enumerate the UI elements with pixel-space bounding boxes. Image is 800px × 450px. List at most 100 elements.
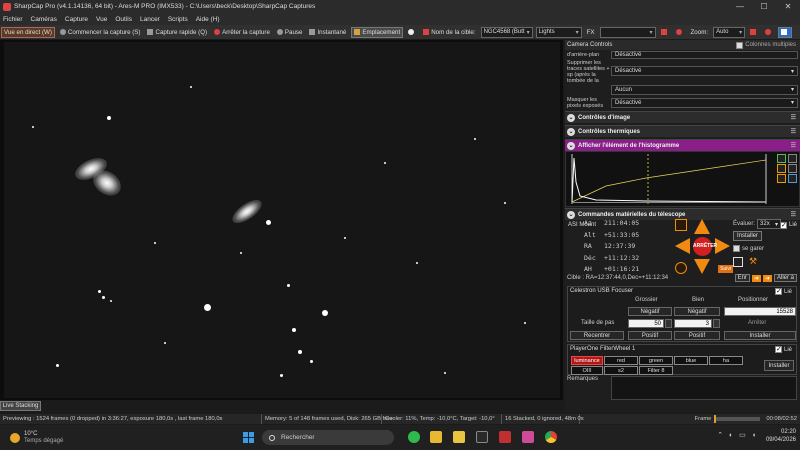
histogram-power-icon[interactable] — [777, 154, 786, 163]
focuser-connected-checkbox[interactable] — [774, 287, 782, 295]
live-stacking-tab[interactable]: Live Stacking — [0, 401, 41, 411]
menu-outils[interactable]: Outils — [115, 16, 132, 23]
tray-icons[interactable]: ⌃ ◐ ▭ ◖ — [717, 432, 758, 440]
start-capture-button[interactable]: Commencer la capture (S) — [58, 27, 143, 38]
menu-scripts[interactable]: Scripts — [168, 16, 188, 23]
menu-vue[interactable]: Vue — [96, 16, 107, 23]
wrench-icon[interactable]: ⚒ — [749, 256, 757, 267]
histogram-zoom-icon[interactable] — [787, 164, 797, 173]
recenter-button[interactable]: Recentrer — [570, 331, 624, 340]
reticle-button[interactable] — [659, 27, 671, 38]
control-select[interactable]: Désactivé — [611, 50, 798, 59]
coarse-positive-button[interactable]: Positif — [628, 331, 672, 340]
taskbar-search[interactable]: Rechercher — [262, 430, 394, 445]
move-east-button[interactable] — [675, 238, 690, 254]
zoom-box-button[interactable] — [674, 27, 686, 38]
snapshot-button[interactable]: Instantané — [307, 27, 348, 38]
wechat-app-icon[interactable] — [408, 431, 420, 443]
stop-capture-button[interactable]: Arrêter la capture — [212, 27, 272, 38]
goto-button[interactable]: Aller à — [773, 274, 797, 282]
histogram-contrast-icon[interactable] — [787, 154, 797, 163]
remarks-input[interactable] — [611, 376, 797, 400]
fine-positive-button[interactable]: Positif — [674, 331, 720, 340]
sharpcap-app-icon[interactable] — [499, 431, 511, 443]
minimize-button[interactable]: — — [728, 0, 752, 13]
arrow-right-icon[interactable]: ➜ — [751, 274, 761, 282]
histogram-section[interactable]: ⌄ Afficher l'élément de l'histogramme ☰ — [565, 139, 800, 151]
filter-luminance[interactable]: luminance — [571, 356, 603, 365]
paint-app-icon[interactable] — [522, 431, 534, 443]
pad-corner-top-left[interactable] — [675, 219, 687, 231]
coarse-negative-button[interactable]: Négatif — [628, 307, 672, 316]
histogram-stretch-icon[interactable] — [777, 164, 786, 173]
menu-fichier[interactable]: Fichier — [3, 16, 23, 23]
clock[interactable]: 02:20 09/04/2026 — [766, 428, 796, 444]
fx-select[interactable]: ▾ — [599, 26, 656, 38]
close-button[interactable]: ✕ — [776, 0, 800, 13]
file-explorer-icon[interactable] — [430, 431, 442, 443]
park-checkbox[interactable] — [733, 245, 740, 252]
pause-button[interactable]: Pause — [275, 27, 305, 38]
move-west-button[interactable] — [715, 238, 730, 254]
live-view-button[interactable]: Vue en direct (W) — [1, 26, 55, 38]
menu-icon[interactable]: ☰ — [791, 211, 796, 218]
control-select[interactable]: Désactivé ▾ — [611, 66, 798, 76]
menu-icon[interactable]: ☰ — [791, 114, 796, 121]
histogram-chart[interactable] — [565, 151, 800, 207]
slew-rate-select[interactable]: 32x ▾ — [757, 219, 782, 229]
chrome-app-icon[interactable] — [545, 431, 557, 443]
arrow-right-icon[interactable]: ➜ — [762, 274, 772, 282]
focuser-connected-option[interactable]: Lié — [774, 287, 792, 295]
pen-button[interactable] — [778, 26, 793, 38]
live-image-view[interactable] — [0, 40, 563, 400]
filterwheel-connected-checkbox[interactable] — [774, 345, 782, 353]
move-south-button[interactable] — [694, 259, 710, 274]
fine-step-input[interactable]: 3 — [674, 319, 712, 328]
filter-oiii[interactable]: OIII — [571, 366, 603, 375]
focuser-stop-button[interactable]: Arrêter — [748, 320, 766, 326]
filter-blue[interactable]: blue — [674, 356, 708, 365]
mount-install-button[interactable]: Installer — [733, 231, 763, 241]
fine-negative-button[interactable]: Négatif — [674, 307, 720, 316]
frame-slider[interactable] — [714, 415, 761, 423]
focuser-install-button[interactable]: Installer — [724, 331, 796, 340]
frame-type-select[interactable]: Lights ▾ — [535, 26, 582, 38]
filter-green[interactable]: green — [639, 356, 673, 365]
filter-red[interactable]: red — [604, 356, 638, 365]
placement-button[interactable]: Emplacement — [351, 26, 404, 38]
windows-start-icon[interactable] — [243, 432, 254, 443]
filterwheel-connected-option[interactable]: Lié — [774, 345, 792, 353]
histogram-reset-icon[interactable] — [777, 174, 786, 183]
control-select[interactable]: Désactivé ▾ — [611, 97, 798, 108]
photos-app-icon[interactable] — [453, 431, 465, 443]
mount-stop-button[interactable]: ARRÊTER — [693, 237, 717, 256]
filter-8[interactable]: Filter 8 — [639, 366, 673, 375]
menu-capture[interactable]: Capture — [65, 16, 88, 23]
control-select[interactable]: Aucun ▾ — [611, 84, 798, 95]
menu-lancer[interactable]: Lancer — [140, 16, 160, 23]
histogram-save-icon[interactable] — [787, 174, 797, 183]
multi-column-checkbox[interactable] — [736, 41, 744, 49]
filter-ha[interactable]: ha — [709, 356, 743, 365]
filterwheel-install-button[interactable]: Installer — [764, 360, 794, 371]
target-name-input[interactable]: NGC4568 (Butt ▾ — [480, 26, 533, 38]
image-controls-section[interactable]: ⌄ Contrôles d'image ☰ — [565, 111, 800, 123]
zoom-select[interactable]: Auto ▾ — [713, 26, 746, 38]
settings-button[interactable] — [763, 27, 775, 38]
terminal-app-icon[interactable] — [476, 431, 488, 443]
menu-icon[interactable]: ☰ — [791, 142, 796, 149]
weather-widget[interactable]: 10°C Temps dégagé — [10, 431, 90, 445]
frame-slider-handle[interactable] — [714, 415, 717, 423]
maximize-button[interactable]: ☐ — [752, 0, 776, 13]
save-target-button[interactable]: Enr — [734, 274, 750, 282]
thermal-controls-section[interactable]: ⌄ Contrôles thermiques ☰ — [565, 125, 800, 137]
graph-button[interactable] — [748, 27, 760, 38]
fine-step-spinner-icon[interactable] — [713, 319, 720, 328]
record-indicator[interactable] — [406, 27, 418, 38]
tracking-button[interactable]: Suivi — [718, 265, 733, 273]
crosshair-icon[interactable] — [733, 256, 743, 267]
multi-column-option[interactable]: Colonnes multiples — [736, 41, 796, 49]
move-north-button[interactable] — [694, 219, 710, 234]
coarse-step-spinner-icon[interactable] — [665, 319, 672, 328]
menu-cameras[interactable]: Caméras — [31, 16, 57, 23]
